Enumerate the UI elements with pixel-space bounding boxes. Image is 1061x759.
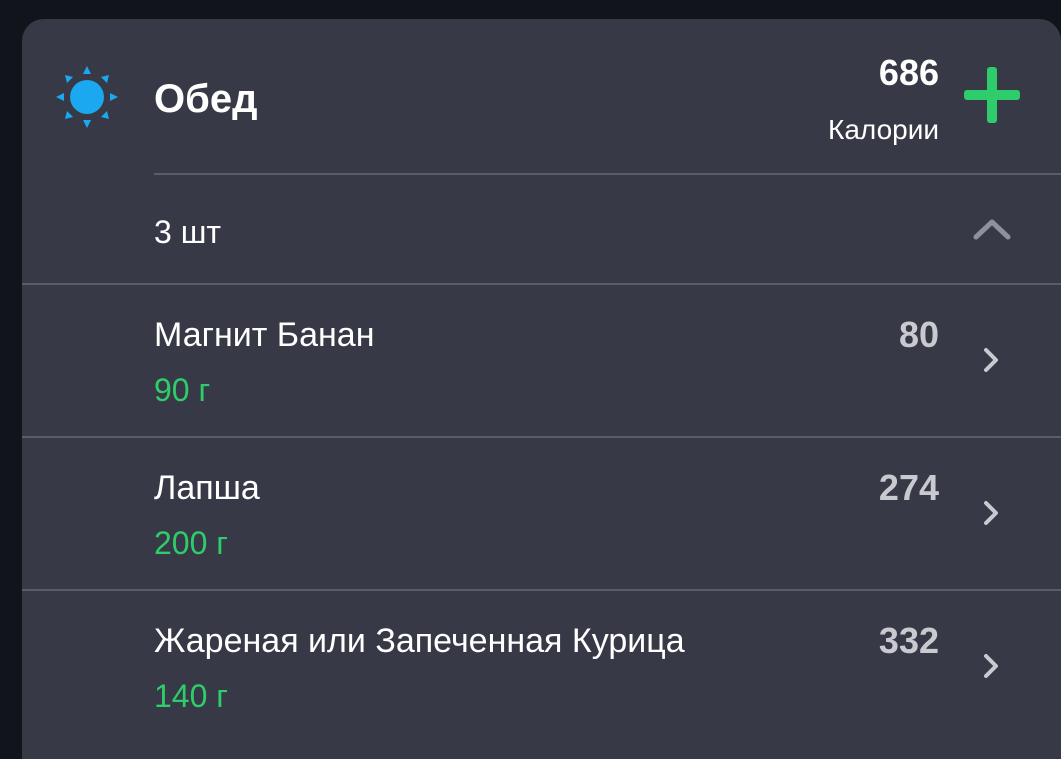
total-calories: 686 <box>878 52 939 93</box>
food-calories: 274 <box>878 467 939 508</box>
meal-card: Обед 686 Калории 3 шт Магнит Банан 90 г … <box>22 19 1061 759</box>
items-count-toggle[interactable]: 3 шт <box>22 175 1061 283</box>
calories-label: Калории <box>828 114 939 145</box>
chevron-up-icon[interactable] <box>972 217 1012 241</box>
food-calories: 332 <box>878 620 939 661</box>
sun-icon <box>56 66 118 128</box>
food-name: Лапша <box>154 469 260 507</box>
food-name: Магнит Банан <box>154 316 375 354</box>
meal-header: Обед 686 Калории <box>22 19 1061 174</box>
food-item-row[interactable]: Магнит Банан 90 г 80 <box>22 285 1061 436</box>
add-food-button[interactable] <box>960 63 1024 127</box>
food-calories: 80 <box>898 314 939 355</box>
items-count-label: 3 шт <box>154 214 222 250</box>
meal-title: Обед <box>154 77 258 121</box>
chevron-right-icon <box>984 501 998 525</box>
food-weight: 90 г <box>154 372 211 408</box>
food-weight: 200 г <box>154 525 228 561</box>
food-name: Жареная или Запеченная Курица <box>154 622 685 660</box>
food-item-row[interactable]: Лапша 200 г 274 <box>22 438 1061 589</box>
chevron-right-icon <box>984 348 998 372</box>
food-item-row[interactable]: Жареная или Запеченная Курица 140 г 332 <box>22 591 1061 742</box>
food-weight: 140 г <box>154 678 228 714</box>
chevron-right-icon <box>984 654 998 678</box>
